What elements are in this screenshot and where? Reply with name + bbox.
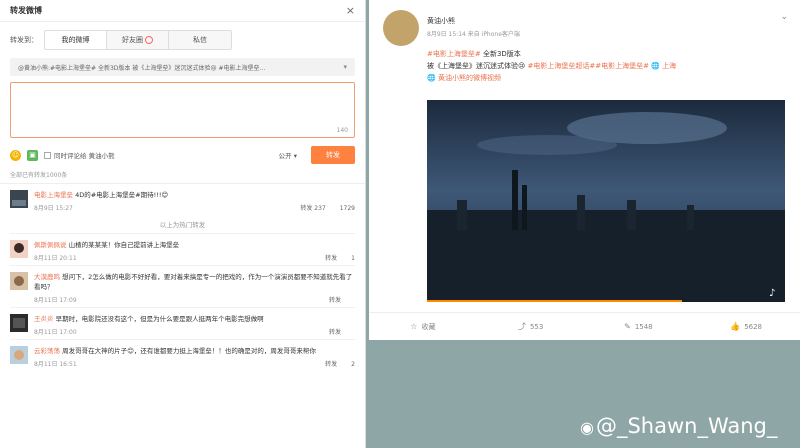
list-item: 王炎炎 早期时，电影院还没有这个，但是为什么要是跟人挺两年个电影完想做啊 8月1… (0, 308, 365, 339)
like-button[interactable]: 👍 5628 (692, 313, 800, 340)
star-icon: ☆ (410, 322, 418, 331)
item-text: 周发哥哥在大神的片子😊，还有谁都要力挺上海堡垒！！也的确是对的，周发哥哥来帮你 (62, 347, 316, 355)
close-icon[interactable]: × (346, 4, 355, 17)
repost-dialog: 转发微博 × 转发到： 我的微博 好友圈 私信 @黄油小熊:#电影上海堡垒# 全… (0, 0, 366, 448)
hot-reposts-divider: 以上为热门转发 (159, 221, 206, 229)
user-name[interactable]: 云彩荡荡 (34, 347, 60, 355)
item-time: 8月11日 20:11 (34, 255, 77, 262)
repost-link[interactable]: 转发 (325, 361, 337, 368)
avatar[interactable] (10, 272, 28, 290)
like-count[interactable]: 2 (351, 361, 355, 368)
avatar[interactable] (383, 10, 419, 46)
compose-toolbar: ☺ ▣ 同时评论给 黄油小熊 公开 ▾ 转发 (0, 144, 365, 166)
repost-input[interactable]: 140 (10, 82, 355, 138)
repost-button[interactable]: ⤴ 553 (477, 313, 585, 340)
repost-link[interactable]: 转发 (329, 297, 341, 304)
item-time: 8月11日 17:00 (34, 329, 77, 336)
item-text: 山楂的某某某！你自己提前讲上海堡垒 (68, 241, 180, 249)
item-time: 8月11日 16:51 (34, 361, 77, 368)
user-name[interactable]: 电影上海堡垒 (34, 191, 73, 199)
avatar[interactable] (10, 346, 28, 364)
watermark: ◉@_Shawn_Wang_ (580, 414, 778, 438)
repost-link[interactable]: 转发 (325, 255, 337, 262)
user-name[interactable]: 佩斯佩佩说 (34, 241, 67, 249)
user-name[interactable]: 王炎炎 (34, 315, 54, 323)
favorite-button[interactable]: ☆ 收藏 (369, 313, 477, 340)
weibo-logo-icon: ◉ (580, 418, 594, 437)
video-link[interactable]: 🌐 黄油小熊的微博视频 (427, 74, 501, 82)
circle-icon (145, 36, 153, 44)
avatar[interactable] (10, 190, 28, 208)
tab-my-weibo[interactable]: 我的微博 (45, 31, 107, 49)
image-icon[interactable]: ▣ (27, 149, 38, 161)
comment-button[interactable]: ✎ 1548 (585, 313, 693, 340)
quoted-original[interactable]: @黄油小熊:#电影上海堡垒# 全新3D版本 被《上海堡垒》迷沉迷式体验😢 #电影… (10, 58, 355, 76)
post-content: #电影上海堡垒# 全新3D版本 被《上海堡垒》迷沉迷式体验😢 #电影上海堡垒超话… (427, 50, 677, 82)
destination-label: 转发到： (10, 36, 38, 44)
tab-private-message[interactable]: 私信 (169, 31, 231, 49)
city-night-photo[interactable]: ♪ (427, 100, 785, 302)
tab-friends[interactable]: 好友圈 (107, 31, 169, 49)
post-actions: ☆ 收藏 ⤴ 553 ✎ 1548 👍 5628 (369, 312, 800, 340)
comment-icon: ✎ (624, 322, 631, 331)
quote-text: @黄油小熊:#电影上海堡垒# 全新3D版本 被《上海堡垒》迷沉迷式体验😢 #电影… (18, 64, 266, 72)
hashtag-link[interactable]: #电影上海堡垒超话##电影上海堡垒# 🌐 上海 (528, 62, 677, 70)
char-counter: 140 (336, 127, 348, 134)
like-count[interactable]: 1729 (340, 205, 355, 212)
dialog-title: 转发微博 (10, 6, 42, 15)
destination-row: 转发到： 我的微博 好友圈 私信 (0, 22, 365, 54)
repost-count: 全部已有转发1000条 (0, 166, 365, 184)
svg-text:♪: ♪ (769, 288, 775, 299)
item-text: 早期时，电影院还没有这个，但是为什么要是跟人挺两年个电影完想做啊 (55, 315, 264, 323)
item-time: 8月11日 17:09 (34, 297, 77, 304)
repost-icon: ⤴ (517, 322, 526, 331)
repost-link[interactable]: 转发 237 (300, 205, 325, 212)
avatar[interactable] (10, 314, 28, 332)
author-name[interactable]: 黄油小熊 (427, 16, 520, 26)
item-text: 4D的#电影上海堡垒#期待!!!😊 (75, 191, 169, 199)
destination-tabs: 我的微博 好友圈 私信 (44, 30, 232, 50)
avatar[interactable] (10, 240, 28, 258)
chevron-down-icon[interactable]: ▾ (343, 63, 347, 71)
emoji-icon[interactable]: ☺ (10, 149, 21, 161)
post-author: 黄油小熊 8月9日 15:14 来自 iPhone客户端 (383, 10, 520, 46)
dialog-header: 转发微博 × (0, 0, 365, 22)
list-item: 大漠鹿鸣 想问下，2怎么做的电影不好好看，要对着来搞是专一的把戏的，作为一个演演… (0, 266, 365, 307)
send-button[interactable]: 转发 (311, 146, 355, 164)
weibo-post-card: ⌄ 黄油小熊 8月9日 15:14 来自 iPhone客户端 #电影上海堡垒# … (369, 0, 800, 340)
repost-link[interactable]: 转发 (329, 329, 341, 336)
post-meta: 8月9日 15:14 来自 iPhone客户端 (427, 31, 520, 38)
user-name[interactable]: 大漠鹿鸣 (34, 273, 60, 281)
list-item: 佩斯佩佩说 山楂的某某某！你自己提前讲上海堡垒 8月11日 20:11 转发 1 (0, 234, 365, 265)
chevron-down-icon[interactable]: ⌄ (780, 12, 788, 22)
visibility-select[interactable]: 公开 ▾ (279, 150, 297, 160)
hashtag-link[interactable]: #电影上海堡垒# (427, 50, 481, 58)
list-item: 云彩荡荡 周发哥哥在大神的片子😊，还有谁都要力挺上海堡垒！！也的确是对的，周发哥… (0, 340, 365, 371)
item-text: 想问下，2怎么做的电影不好好看，要对着来搞是专一的把戏的，作为一个演演员都要不知… (34, 273, 353, 291)
like-count[interactable]: 1 (351, 255, 355, 262)
thumbs-up-icon: 👍 (730, 322, 741, 331)
item-time: 8月9日 15:27 (34, 205, 73, 212)
list-item: 电影上海堡垒 4D的#电影上海堡垒#期待!!!😊 8月9日 15:27 转发 23… (0, 184, 365, 215)
also-comment-checkbox[interactable]: 同时评论给 黄油小熊 (44, 150, 115, 160)
